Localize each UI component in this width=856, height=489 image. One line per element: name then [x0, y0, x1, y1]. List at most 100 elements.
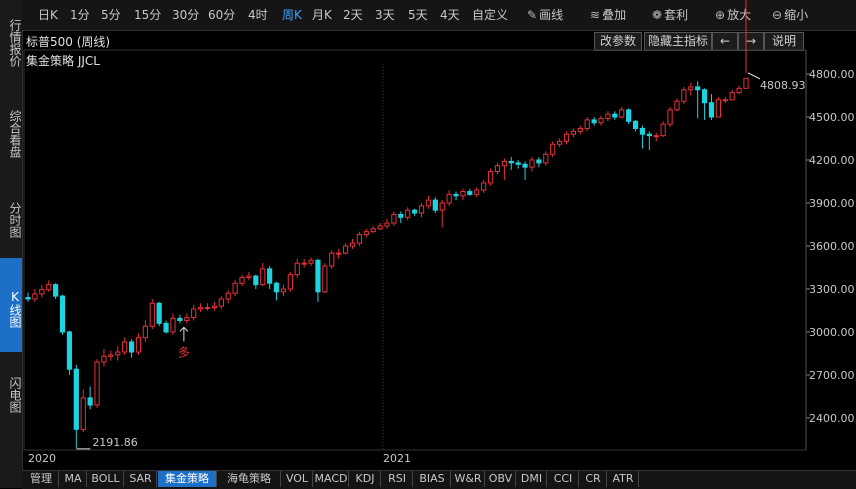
candle-body — [425, 199, 432, 207]
candle-body — [66, 331, 73, 370]
y-tick-label: 2700.00 — [809, 369, 855, 382]
candle-body — [487, 170, 494, 184]
candle-body — [681, 89, 687, 102]
candle-body — [653, 135, 659, 138]
candle-body — [474, 189, 480, 195]
candle-body — [239, 276, 245, 284]
indicator-tab-16[interactable]: ATR — [608, 471, 639, 487]
indicator-tab-5[interactable]: 海龟策略 — [218, 471, 281, 487]
candle-body — [412, 209, 418, 214]
candle-body — [612, 113, 618, 118]
y-tick-label: 3600.00 — [809, 240, 855, 253]
candle-body — [39, 289, 45, 295]
indicator-tab-6[interactable]: VOL — [282, 471, 313, 487]
indicator-tab-15[interactable]: CR — [580, 471, 607, 487]
candle-body — [308, 259, 314, 264]
candle-body — [398, 213, 404, 218]
candle-body — [336, 252, 342, 255]
candle-body — [156, 302, 162, 324]
indicator-tab-3[interactable]: SAR — [125, 471, 157, 487]
indicator-tab-11[interactable]: W&R — [452, 471, 485, 487]
candle-body — [170, 317, 176, 333]
candle-body — [232, 282, 238, 294]
low-price-label: 2191.86 — [92, 436, 138, 449]
candlestick-chart[interactable]: 2020 2021 2400.00 2700.00 3000.00 3300.00 3600… — [0, 0, 856, 470]
candle-body — [94, 361, 100, 406]
candle-body — [273, 282, 280, 293]
candle-body — [501, 160, 507, 167]
candle-body — [253, 275, 259, 286]
candle-body — [598, 117, 604, 124]
candle-body — [80, 397, 86, 430]
candle-body — [736, 87, 742, 94]
indicator-tab-2[interactable]: BOLL — [88, 471, 124, 487]
candle-body — [322, 265, 328, 293]
candle-body — [639, 127, 646, 135]
y-tick-label: 4800.00 — [809, 68, 855, 81]
candle-body — [646, 133, 652, 137]
candle-body — [377, 225, 383, 230]
candle-body — [142, 325, 148, 339]
candle-body — [667, 109, 673, 125]
candle-body — [191, 308, 197, 319]
candle-body — [128, 341, 135, 353]
candle-body — [556, 140, 563, 145]
indicator-tab-1[interactable]: MA — [60, 471, 87, 487]
candle-body — [115, 351, 121, 356]
candle-body — [184, 317, 190, 321]
y-tick-label: 3000.00 — [809, 326, 855, 339]
candle-body — [722, 99, 728, 102]
candle-body — [605, 113, 611, 119]
candle-body — [391, 213, 397, 224]
candle-body — [211, 305, 218, 309]
candle-body — [315, 259, 321, 293]
candle-body — [688, 86, 694, 91]
candle-body — [204, 307, 211, 310]
indicator-tab-12[interactable]: OBV — [486, 471, 516, 487]
candle-body — [101, 355, 107, 363]
y-tick-label: 4500.00 — [809, 111, 855, 124]
candle-body — [225, 292, 231, 300]
indicator-tab-10[interactable]: BIAS — [414, 471, 451, 487]
candle-body — [246, 275, 252, 278]
buy-signal-label: 多 — [178, 345, 190, 359]
candle-body — [294, 262, 300, 276]
indicator-tab-14[interactable]: CCI — [548, 471, 579, 487]
candle-body — [163, 322, 169, 333]
y-tick-label: 3300.00 — [809, 283, 855, 296]
candle-body — [715, 99, 721, 118]
candle-body — [626, 109, 632, 122]
candle-body — [695, 86, 701, 91]
candle-body — [384, 222, 390, 227]
candle-body — [529, 159, 535, 168]
x-tick-label: 2020 — [28, 452, 56, 465]
candle-body — [356, 234, 362, 244]
candle-body — [701, 89, 708, 104]
candle-body — [708, 102, 715, 118]
candle-body — [177, 317, 183, 321]
indicator-tab-8[interactable]: KDJ — [350, 471, 381, 487]
indicator-tab-7[interactable]: MACD — [314, 471, 349, 487]
candle-body — [287, 274, 293, 290]
candle-body — [405, 209, 411, 218]
indicator-tab-4[interactable]: 集金策略 — [158, 471, 217, 487]
candle-body — [87, 397, 93, 406]
candle-body — [432, 199, 438, 211]
plot-frame — [23, 49, 807, 451]
candle-body — [729, 92, 735, 101]
candle-body — [660, 123, 666, 137]
candle-body — [301, 262, 307, 265]
indicator-tab-13[interactable]: DMI — [517, 471, 547, 487]
candle-body — [494, 165, 501, 172]
candle-body — [453, 193, 459, 197]
candle-body — [550, 143, 556, 155]
candle-body — [563, 133, 570, 142]
candle-body — [467, 191, 473, 195]
indicator-tab-0[interactable]: 管理 — [24, 471, 59, 487]
candle-body — [743, 77, 749, 89]
candle-body — [149, 302, 155, 327]
candle-body — [73, 368, 79, 430]
candle-body — [460, 191, 466, 197]
candle-body — [25, 297, 31, 300]
indicator-tab-9[interactable]: RSI — [382, 471, 413, 487]
